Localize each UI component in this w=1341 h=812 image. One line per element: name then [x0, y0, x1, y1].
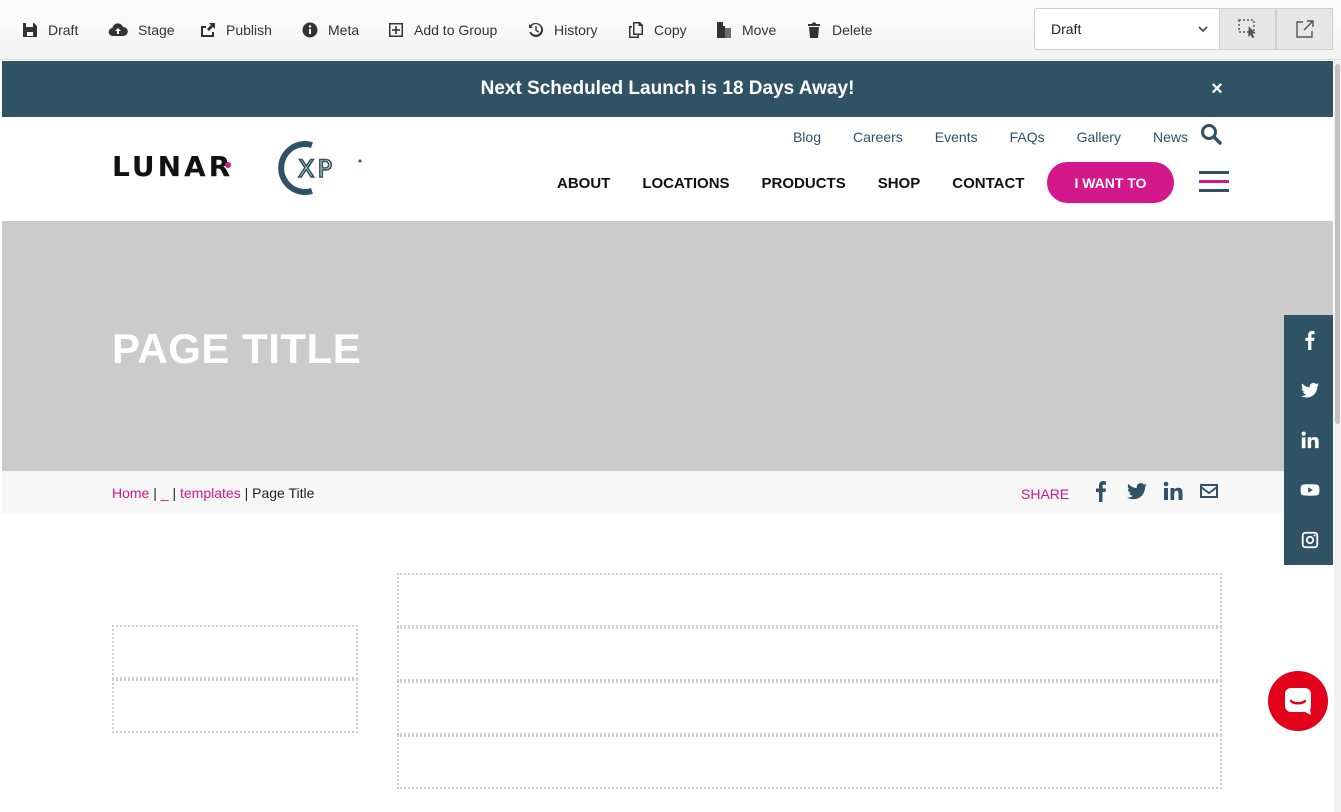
move-label: Move	[742, 22, 777, 38]
add-to-group-button[interactable]: Add to Group	[388, 18, 497, 42]
breadcrumb: Home | _ | templates | Page Title	[112, 485, 314, 501]
move-button[interactable]: Move	[716, 18, 776, 42]
main-nav-products[interactable]: PRODUCTS	[762, 175, 846, 192]
external-link-icon	[1295, 20, 1314, 38]
social-youtube[interactable]	[1284, 465, 1333, 515]
svg-text:XP: XP	[298, 155, 335, 183]
select-element-button[interactable]	[1219, 8, 1276, 50]
hamburger-menu-icon[interactable]	[1199, 171, 1229, 193]
draft-label: Draft	[48, 22, 79, 38]
main-nav-locations[interactable]: LOCATIONS	[642, 175, 729, 192]
hero-banner: PAGE TITLE	[2, 221, 1333, 471]
breadcrumb-templates[interactable]: templates	[180, 485, 241, 501]
meta-button[interactable]: Meta	[302, 18, 359, 42]
instagram-icon	[1301, 531, 1318, 549]
chat-launcher-button[interactable]	[1268, 671, 1328, 731]
content-placeholder-region[interactable]	[397, 627, 1222, 681]
delete-label: Delete	[832, 22, 873, 38]
page-title: PAGE TITLE	[112, 325, 362, 372]
copy-label: Copy	[654, 22, 687, 38]
utility-nav: Blog Careers Events FAQs Gallery News	[793, 129, 1188, 145]
search-icon[interactable]	[1200, 123, 1222, 145]
social-twitter[interactable]	[1284, 365, 1333, 415]
share-icons	[1090, 480, 1220, 502]
i-want-to-button[interactable]: I WANT TO	[1047, 162, 1174, 203]
social-instagram[interactable]	[1284, 515, 1333, 565]
meta-label: Meta	[328, 22, 360, 38]
breadcrumb-separator: |	[149, 485, 161, 501]
copy-button[interactable]: Copy	[628, 18, 687, 42]
add-to-group-label: Add to Group	[414, 22, 498, 38]
publish-label: Publish	[226, 22, 272, 38]
main-nav-shop[interactable]: SHOP	[878, 175, 921, 192]
util-nav-events[interactable]: Events	[935, 129, 978, 145]
site-header: LUNAR XP Blog Careers Events FAQs Galler…	[2, 117, 1333, 221]
publish-button[interactable]: Publish	[200, 18, 272, 42]
chat-icon	[1285, 688, 1311, 715]
history-label: History	[554, 22, 598, 38]
cloud-upload-icon	[108, 23, 128, 37]
facebook-icon[interactable]	[1090, 480, 1112, 502]
social-sidebar	[1284, 315, 1333, 565]
launch-banner: Next Scheduled Launch is 18 Days Away! ×	[2, 61, 1333, 117]
social-facebook[interactable]	[1284, 315, 1333, 365]
status-select-value: Draft	[1051, 21, 1082, 37]
youtube-icon	[1300, 484, 1319, 496]
sidebar-placeholder-region[interactable]	[112, 625, 358, 679]
draft-button[interactable]: Draft	[22, 18, 78, 42]
chevron-down-icon	[1198, 26, 1208, 33]
page-preview: Next Scheduled Launch is 18 Days Away! ×…	[2, 61, 1333, 812]
banner-text: Next Scheduled Launch is 18 Days Away!	[480, 78, 855, 99]
facebook-icon	[1304, 330, 1315, 350]
breadcrumb-underscore[interactable]: _	[161, 485, 169, 501]
info-icon	[302, 22, 318, 38]
delete-button[interactable]: Delete	[806, 18, 872, 42]
main-nav: ABOUT LOCATIONS PRODUCTS SHOP CONTACT	[557, 175, 1024, 192]
copy-icon	[629, 22, 643, 38]
breadcrumb-separator: |	[240, 485, 253, 501]
plus-square-icon	[389, 23, 403, 37]
save-icon	[23, 23, 37, 37]
breadcrumb-current: Page Title	[252, 485, 315, 501]
linkedin-icon	[1301, 431, 1319, 449]
status-select[interactable]: Draft	[1034, 8, 1220, 50]
trash-icon	[808, 22, 820, 38]
twitter-icon[interactable]	[1126, 480, 1148, 502]
breadcrumb-bar: Home | _ | templates | Page Title SHARE	[2, 471, 1333, 513]
move-icon	[717, 22, 731, 38]
breadcrumb-separator: |	[168, 485, 180, 501]
content-placeholder-region[interactable]	[397, 681, 1222, 735]
share-out-icon	[201, 23, 215, 37]
util-nav-blog[interactable]: Blog	[793, 129, 821, 145]
history-button[interactable]: History	[528, 18, 598, 42]
close-icon[interactable]: ×	[1208, 79, 1226, 99]
util-nav-news[interactable]: News	[1153, 129, 1188, 145]
util-nav-gallery[interactable]: Gallery	[1077, 129, 1121, 145]
content-placeholder-region[interactable]	[397, 573, 1222, 627]
content-placeholder-region[interactable]	[397, 735, 1222, 789]
linkedin-icon[interactable]	[1162, 480, 1184, 502]
main-nav-contact[interactable]: CONTACT	[952, 175, 1024, 192]
scrollbar-thumb[interactable]	[1335, 64, 1340, 424]
open-external-button[interactable]	[1276, 8, 1333, 50]
lunar-xp-logo[interactable]: LUNAR XP	[112, 141, 372, 197]
util-nav-careers[interactable]: Careers	[853, 129, 903, 145]
svg-text:LUNAR: LUNAR	[112, 150, 233, 183]
stage-label: Stage	[138, 22, 175, 38]
stage-button[interactable]: Stage	[108, 18, 175, 42]
main-nav-about[interactable]: ABOUT	[557, 175, 610, 192]
select-cursor-icon	[1237, 19, 1256, 39]
share-label: SHARE	[1021, 486, 1070, 502]
breadcrumb-home[interactable]: Home	[112, 485, 149, 501]
history-icon	[529, 22, 544, 37]
sidebar-placeholder-region[interactable]	[112, 679, 358, 733]
util-nav-faqs[interactable]: FAQs	[1010, 129, 1045, 145]
email-icon[interactable]	[1198, 480, 1220, 502]
twitter-icon	[1300, 382, 1319, 398]
social-linkedin[interactable]	[1284, 415, 1333, 465]
cms-toolbar: Draft Stage Publish Meta Add to Group Hi…	[0, 0, 1341, 60]
